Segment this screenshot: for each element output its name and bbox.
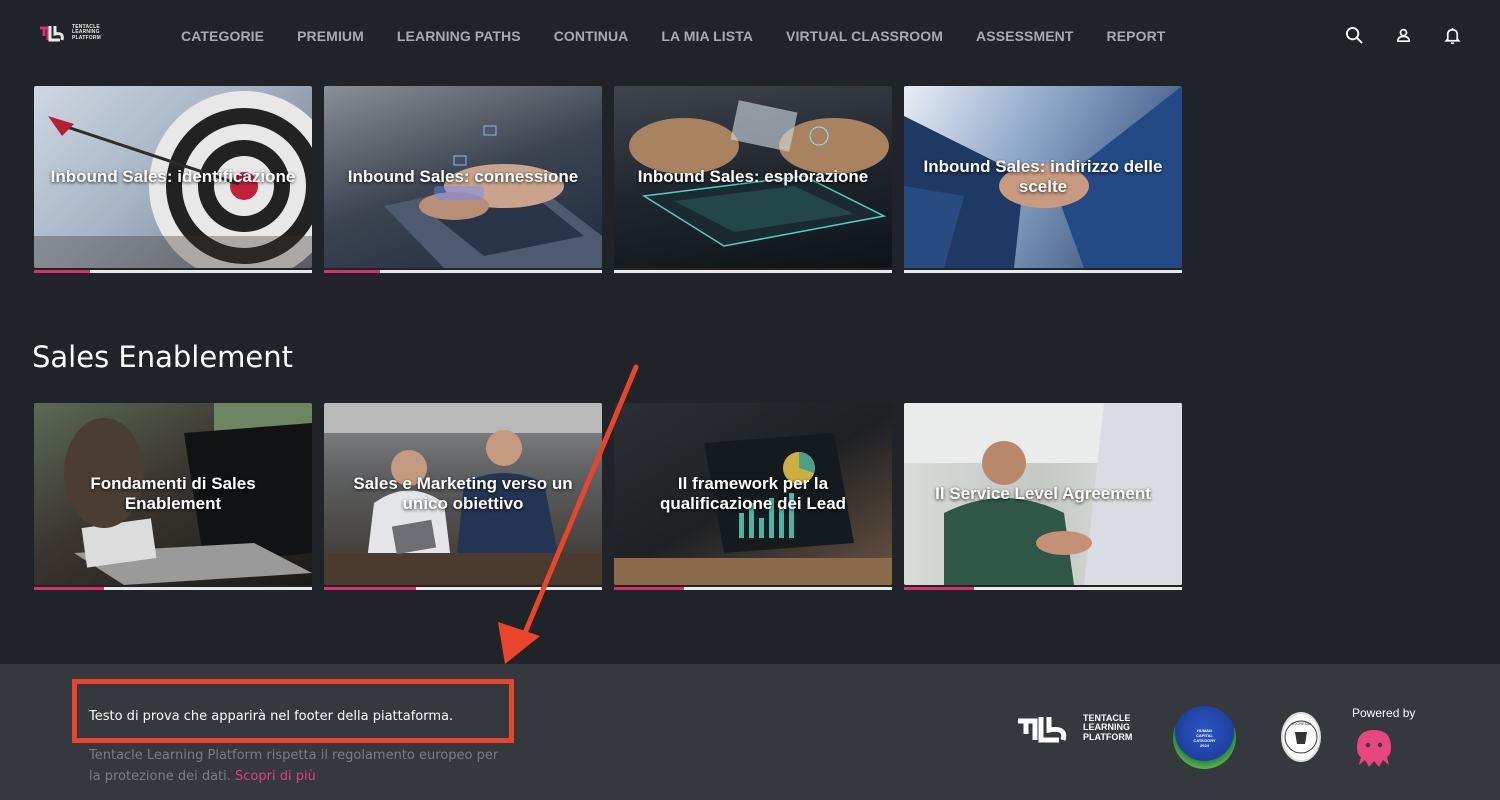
course-title: Il Service Level Agreement xyxy=(935,484,1151,503)
octopus-logo-icon[interactable] xyxy=(1353,727,1395,769)
course-progress-bar xyxy=(904,270,1182,273)
course-row-inbound: Inbound Sales: identificazione Inbound S… xyxy=(34,86,1182,275)
nav-item-learning-paths[interactable]: LEARNING PATHS xyxy=(397,28,521,44)
footer-logo[interactable]: TENTACLE LEARNING PLATFORM xyxy=(1015,712,1132,744)
course-progress-bar xyxy=(34,270,312,273)
progress-fill xyxy=(614,587,684,590)
course-card[interactable]: Inbound Sales: esplorazione xyxy=(614,86,892,275)
seal-text: ACCREDIA xyxy=(1291,721,1312,726)
header-actions xyxy=(1345,26,1462,45)
nav-item-la-mia-lista[interactable]: LA MIA LISTA xyxy=(661,28,753,44)
bell-icon[interactable] xyxy=(1443,26,1462,45)
logo-mark-icon xyxy=(40,26,64,42)
footer: Testo di prova che apparirà nel footer d… xyxy=(0,664,1500,800)
search-icon[interactable] xyxy=(1345,26,1364,45)
course-progress-bar xyxy=(904,587,1182,590)
progress-fill xyxy=(324,270,380,273)
nav-item-virtual-classroom[interactable]: VIRTUAL CLASSROOM xyxy=(786,28,943,44)
progress-fill xyxy=(904,587,974,590)
course-title: Sales e Marketing verso un unico obietti… xyxy=(353,474,573,513)
footer-logo-text: TENTACLE LEARNING PLATFORM xyxy=(1083,712,1133,742)
course-progress-bar xyxy=(324,587,602,590)
award-badge-text: HUMAN CAPITAL CATEGORY 2024 xyxy=(1193,727,1216,748)
course-card[interactable]: Inbound Sales: connessione xyxy=(324,86,602,275)
course-progress-bar xyxy=(614,587,892,590)
course-card[interactable]: Fondamenti di Sales Enablement xyxy=(34,403,312,592)
course-card[interactable]: Inbound Sales: identificazione xyxy=(34,86,312,275)
progress-fill xyxy=(34,270,90,273)
course-row-sales-enablement: Fondamenti di Sales Enablement Sales e M… xyxy=(34,403,1182,592)
user-icon[interactable] xyxy=(1394,26,1413,45)
powered-by-label: Powered by xyxy=(1352,706,1416,720)
course-progress-bar xyxy=(34,587,312,590)
nav-item-premium[interactable]: PREMIUM xyxy=(297,28,364,44)
nav-item-categorie[interactable]: CATEGORIE xyxy=(181,28,264,44)
footer-logo-mark-icon xyxy=(1018,717,1067,743)
top-navigation-bar: TENTACLE LEARNING PLATFORM CATEGORIE PRE… xyxy=(0,0,1500,76)
course-title: Inbound Sales: esplorazione xyxy=(637,167,869,186)
nav-item-report[interactable]: REPORT xyxy=(1107,28,1166,44)
course-card[interactable]: Il framework per la qualificazione dei L… xyxy=(614,403,892,592)
course-card[interactable]: Inbound Sales: indirizzo delle scelte xyxy=(904,86,1182,275)
course-card[interactable]: Il Service Level Agreement xyxy=(904,403,1182,592)
course-card[interactable]: Sales e Marketing verso un unico obietti… xyxy=(324,403,602,592)
course-progress-bar xyxy=(614,270,892,273)
accreditation-seal: ACCREDIA xyxy=(1281,712,1321,762)
nav-item-continua[interactable]: CONTINUA xyxy=(554,28,629,44)
footer-custom-text: Testo di prova che apparirà nel footer d… xyxy=(89,709,454,724)
seal-emblem-icon: ACCREDIA xyxy=(1284,720,1318,754)
course-title: Inbound Sales: indirizzo delle scelte xyxy=(923,157,1163,196)
privacy-link[interactable]: Scopri di più xyxy=(235,769,316,784)
main-nav: CATEGORIE PREMIUM LEARNING PATHS CONTINU… xyxy=(181,28,1165,44)
course-title: Inbound Sales: identificazione xyxy=(50,167,296,186)
course-title: Fondamenti di Sales Enablement xyxy=(90,474,256,513)
award-badge: HUMAN CAPITAL CATEGORY 2024 xyxy=(1173,706,1236,769)
course-title: Inbound Sales: connessione xyxy=(347,167,579,186)
progress-fill xyxy=(324,587,416,590)
platform-logo[interactable]: TENTACLE LEARNING PLATFORM xyxy=(38,20,110,46)
section-title: Sales Enablement xyxy=(32,340,294,374)
privacy-notice: Tentacle Learning Platform rispetta il r… xyxy=(89,745,509,787)
progress-fill xyxy=(34,587,104,590)
nav-item-assessment[interactable]: ASSESSMENT xyxy=(976,28,1073,44)
course-title: Il framework per la qualificazione dei L… xyxy=(659,474,847,513)
course-progress-bar xyxy=(324,270,602,273)
logo-text: TENTACLE LEARNING PLATFORM xyxy=(72,23,102,41)
